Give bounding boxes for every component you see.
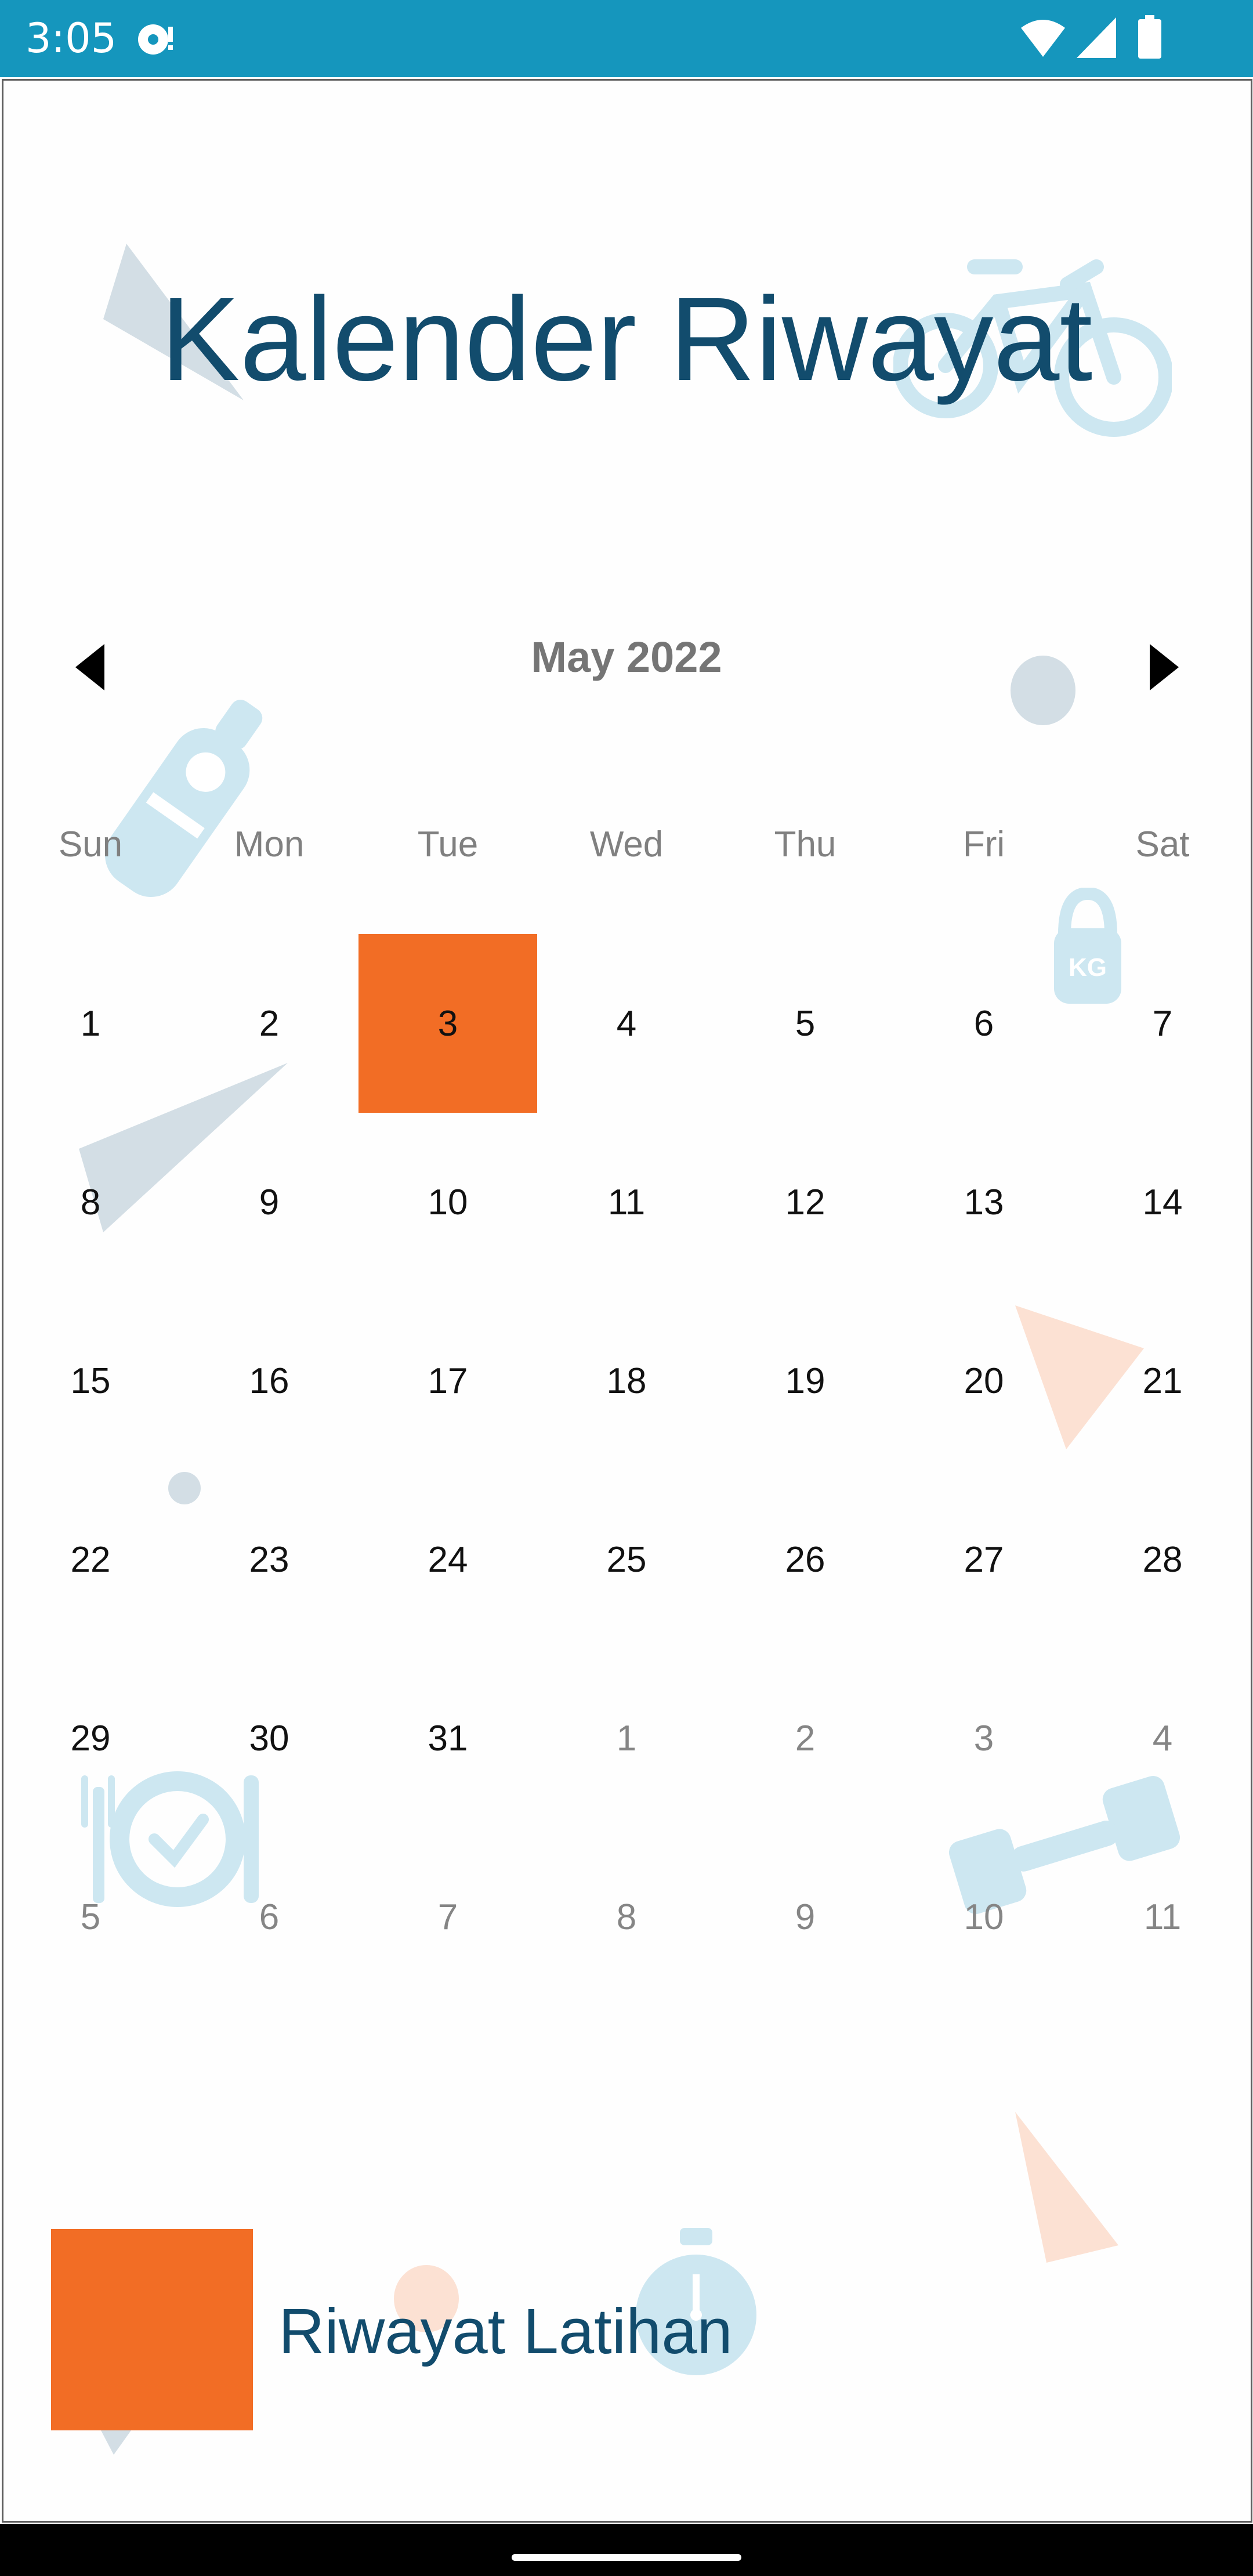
weekday-label: Tue <box>417 824 479 864</box>
chevron-right-icon <box>1150 644 1179 690</box>
calendar-day[interactable]: 29 <box>1 1649 180 1828</box>
calendar-day[interactable]: 27 <box>895 1470 1073 1649</box>
weekday-label: Thu <box>774 824 836 864</box>
weekday-label: Sat <box>1135 824 1190 864</box>
calendar-day[interactable]: 21 <box>1073 1291 1252 1470</box>
calendar-day[interactable]: 16 <box>180 1291 358 1470</box>
weight-scale-icon <box>105 700 263 897</box>
calendar-day[interactable]: 9 <box>180 1113 358 1291</box>
status-time: 3:05 <box>26 15 117 62</box>
calendar-day-outside[interactable]: 4 <box>1073 1649 1252 1828</box>
calendar-day-outside[interactable]: 6 <box>180 1828 358 2006</box>
month-label: May 2022 <box>531 633 722 681</box>
calendar-day[interactable]: 8 <box>1 1113 180 1291</box>
calendar-day-outside[interactable]: 1 <box>537 1649 716 1828</box>
deco-triangle-bottom-right <box>1015 2112 1118 2263</box>
weekday-label: Mon <box>234 824 305 864</box>
calendar-day[interactable]: 30 <box>180 1649 358 1828</box>
status-bar: 3:05 <box>0 0 1253 77</box>
weekday-label: Fri <box>962 824 1005 864</box>
weekday-header: Sun Mon Tue Wed Thu Fri Sat <box>0 824 1253 870</box>
calendar-day[interactable]: 4 <box>537 934 716 1113</box>
calendar-day-outside[interactable]: 8 <box>537 1828 716 2006</box>
calendar-day[interactable]: 11 <box>537 1113 716 1291</box>
calendar-day[interactable]: 2 <box>180 934 358 1113</box>
legend-label: Riwayat Latihan <box>278 2296 733 2367</box>
calendar-day-outside[interactable]: 2 <box>716 1649 895 1828</box>
calendar-day-outside[interactable]: 11 <box>1073 1828 1252 2006</box>
home-gesture-handle[interactable] <box>512 2554 741 2561</box>
signal-icon <box>1074 15 1118 64</box>
legend-color-swatch <box>51 2229 253 2430</box>
calendar-day[interactable]: 19 <box>716 1291 895 1470</box>
calendar-day-outside[interactable]: 5 <box>1 1828 180 2006</box>
calendar-day[interactable]: 5 <box>716 934 895 1113</box>
calendar-day[interactable]: 23 <box>180 1470 358 1649</box>
media-indicator-icon <box>132 15 179 64</box>
calendar-day[interactable]: 13 <box>895 1113 1073 1291</box>
deco-triangle-bottom-left <box>101 2430 131 2455</box>
next-month-button[interactable] <box>1138 641 1190 693</box>
calendar-day[interactable]: 15 <box>1 1291 180 1470</box>
calendar-day-outside[interactable]: 9 <box>716 1828 895 2006</box>
calendar-day[interactable]: 22 <box>1 1470 180 1649</box>
calendar-day[interactable]: 14 <box>1073 1113 1252 1291</box>
page-title: Kalender Riwayat <box>160 273 1093 406</box>
calendar-day[interactable]: 6 <box>895 934 1073 1113</box>
calendar-day[interactable]: 28 <box>1073 1470 1252 1649</box>
calendar-day-outside[interactable]: 3 <box>895 1649 1073 1828</box>
calendar-day-outside[interactable]: 7 <box>358 1828 537 2006</box>
calendar-day[interactable]: 25 <box>537 1470 716 1649</box>
calendar-day[interactable]: 18 <box>537 1291 716 1470</box>
calendar-day[interactable]: 10 <box>358 1113 537 1291</box>
calendar-day[interactable]: 24 <box>358 1470 537 1649</box>
calendar-day[interactable]: 20 <box>895 1291 1073 1470</box>
calendar-day[interactable]: 12 <box>716 1113 895 1291</box>
calendar-day[interactable]: 1 <box>1 934 180 1113</box>
system-nav-bar <box>0 2524 1253 2576</box>
calendar-day[interactable]: 7 <box>1073 934 1252 1113</box>
calendar-day[interactable]: 26 <box>716 1470 895 1649</box>
calendar-day[interactable]: 3 <box>358 934 537 1113</box>
calendar-day[interactable]: 31 <box>358 1649 537 1828</box>
wifi-icon <box>1020 15 1066 64</box>
weekday-label: Sun <box>58 824 123 864</box>
battery-icon <box>1136 15 1164 64</box>
calendar-day[interactable]: 17 <box>358 1291 537 1470</box>
weekday-label: Wed <box>589 824 664 864</box>
calendar-day-outside[interactable]: 10 <box>895 1828 1073 2006</box>
